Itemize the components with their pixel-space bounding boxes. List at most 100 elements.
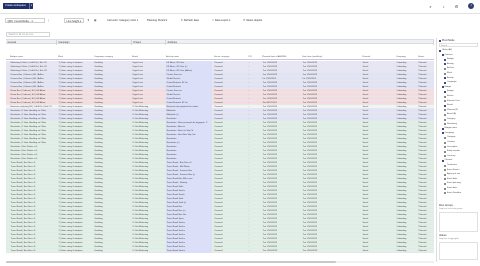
col-campaign[interactable]: Campaign [396,55,416,60]
column-list-item[interactable]: Event Deadline [447,192,461,195]
column-checkbox[interactable] [444,118,446,121]
cell-campaign-category[interactable]: Enabling [94,249,130,253]
cell-cvi[interactable]: - [248,249,260,253]
cell-channel[interactable]: Social [362,249,394,253]
column-checkbox[interactable] [444,68,446,70]
column-list-item[interactable]: Budget name [445,127,457,130]
planning-period-select[interactable]: Planning Period ▾ [147,18,167,23]
column-list-item[interactable]: Category [447,136,455,139]
avatar[interactable]: J [468,3,474,9]
column-list-item[interactable]: Activity [447,77,454,80]
col-activity-name[interactable]: Activity name [166,55,212,60]
column-checkbox[interactable] [444,77,446,80]
column-checkbox[interactable] [444,91,446,93]
cell-date-from[interactable]: Tue 12/05/2023 [302,249,342,253]
column-checkbox[interactable] [444,58,446,61]
column-list-item[interactable]: Creation [447,141,455,144]
column-list-item[interactable]: Planned (P) [447,109,458,112]
column-checkbox[interactable] [444,114,446,116]
row-groups-dropzone[interactable] [439,212,478,232]
column-checkbox[interactable] [444,137,446,139]
column-list-item[interactable]: Entity number [447,150,460,153]
row-height-select[interactable]: Line height ▾ [64,17,84,23]
col-channel[interactable]: Channel [362,55,392,60]
column-list-item[interactable]: Agency of use [447,173,460,176]
pivot-mode-toggle[interactable] [439,39,441,42]
gear-icon[interactable]: ⚙ [454,4,459,9]
column-list-item[interactable]: Remaining [447,123,457,126]
column-checkbox[interactable] [444,150,446,153]
column-checkbox[interactable] [444,63,446,66]
column-list-item[interactable]: Event Ifolio [447,178,457,181]
column-list-item[interactable]: Description [447,146,457,149]
column-checkbox[interactable] [444,164,446,167]
col-budget-name[interactable]: Budget name [10,55,56,60]
col-cvi[interactable]: CVI [248,55,258,60]
panel-search-input[interactable]: Search... [439,43,478,47]
cell-sector-category[interactable]: Demand [214,249,246,253]
col-sector-category[interactable]: Sector category [214,55,244,60]
column-list-item[interactable]: External Cost [447,100,459,103]
column-list-item[interactable]: Columns [445,54,453,57]
column-list-item[interactable]: Event planning [447,182,461,185]
column-checkbox[interactable] [441,86,444,89]
columns-icon[interactable]: ▦ [94,18,96,23]
column-list-item[interactable]: (Select All) [442,49,452,52]
column-checkbox[interactable] [444,192,446,195]
column-list-item[interactable]: Block [447,72,452,75]
data-export-button[interactable]: ⇪ Data export ▾ [212,18,230,23]
chevron-down-icon[interactable]: ▾ [29,3,33,9]
column-list-item[interactable]: Brand [447,104,453,107]
column-checkbox[interactable] [441,132,444,135]
bell-icon[interactable]: ♪ [441,4,446,9]
column-checkbox[interactable] [444,104,446,107]
cell-status[interactable]: Planned [418,249,434,253]
column-checkbox[interactable] [444,100,446,103]
column-checkbox[interactable] [444,187,446,190]
column-checkbox[interactable] [444,146,446,149]
column-list-item[interactable]: Actual (A) [447,113,456,116]
column-list-item[interactable]: Channel [445,159,453,162]
group-project[interactable]: Project [132,40,166,45]
column-list-item[interactable]: Activity [447,63,454,66]
select-objects-button[interactable]: ☐ Select objects [243,18,262,23]
view-options-icon[interactable]: ⋮ [47,18,50,23]
cell-activity-name[interactable]: Travel Email Smiles [166,249,212,253]
column-list-item[interactable]: Timeframe [447,164,457,167]
cell-brand[interactable]: IC Het Marketing [132,249,164,253]
search-icon[interactable]: ⌕ [428,4,433,9]
cell-color-select[interactable]: Cell color: Category color ▾ [107,18,138,23]
column-checkbox[interactable] [444,72,446,75]
col-planned-date[interactable]: Planned date of AA/WBS [262,55,300,60]
refresh-data-button[interactable]: ↻ Refresh data [181,18,199,23]
group-activities[interactable]: Activities [166,40,434,45]
column-checkbox[interactable] [439,49,441,52]
column-checkbox[interactable] [444,95,446,98]
column-list-item[interactable]: Budget [447,90,454,93]
table-row[interactable]: Travel Email | Bmr Nov a 82 | Beac ratin… [6,249,434,253]
column-list-item[interactable]: Budget [447,58,454,61]
column-checkbox[interactable] [444,178,446,181]
column-checkbox[interactable] [444,173,446,176]
column-checkbox[interactable] [444,183,446,185]
column-checkbox[interactable] [441,54,444,57]
column-list-item[interactable]: Campaign [445,132,454,135]
filter-icon[interactable]: ▼ [87,18,90,23]
column-checkbox[interactable] [441,160,444,162]
column-list-item[interactable]: Campaign [447,81,456,84]
values-dropzone[interactable] [439,242,478,260]
group-general[interactable]: General [6,40,57,45]
cell-work[interactable]: 2 | Beac rating & adoption [58,249,92,253]
column-list-item[interactable]: Budget [445,86,452,89]
column-list-item[interactable]: Bucket [447,95,453,98]
search-input[interactable]: Search in all ent an mue [6,32,50,37]
cell-budget-name[interactable]: Travel Email | Bmr Nov a 8 [10,249,56,253]
col-date-from[interactable]: Date from (workflow) [302,55,342,60]
cell-planned-date[interactable]: Tue 12/05/2023 [262,249,300,253]
column-checkbox[interactable] [444,155,446,158]
col-status[interactable]: Status [418,55,434,60]
column-checkbox[interactable] [444,169,446,172]
col-brand[interactable]: Brand [132,55,164,60]
column-checkbox[interactable] [441,127,444,130]
column-list-item[interactable]: Event Source [447,169,459,172]
